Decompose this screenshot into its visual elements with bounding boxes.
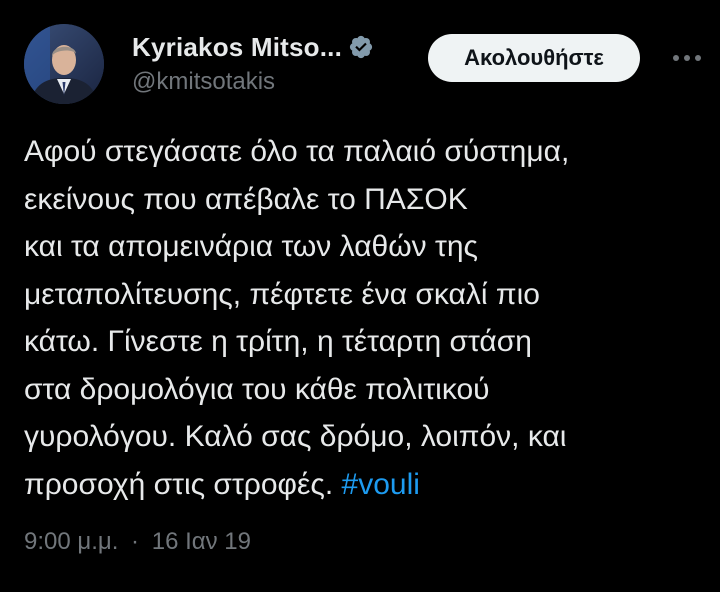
display-name[interactable]: Kyriakos Mitso... <box>132 32 342 63</box>
tweet-text-line: κάτω. Γίνεστε η τρίτη, η τέταρτη στάση <box>24 325 532 358</box>
tweet-text-line: Αφού στεγάσατε όλο τα παλαιό σύστημα, <box>24 135 570 168</box>
tweet-date[interactable]: 16 Ιαν 19 <box>152 528 251 555</box>
tweet-text-line: γυρολόγου. Καλό σας δρόμο, λοιπόν, και <box>24 420 567 453</box>
follow-button[interactable]: Ακολουθήστε <box>428 34 640 82</box>
tweet-time[interactable]: 9:00 μ.μ. <box>24 528 118 555</box>
more-horizontal-icon[interactable] <box>672 44 702 72</box>
meta-separator: · <box>131 528 140 555</box>
tweet-text: Αφού στεγάσατε όλο τα παλαιό σύστημα, εκ… <box>24 128 704 508</box>
tweet-text-last-line: προσοχή στις στροφές. #vouli <box>24 461 704 509</box>
tweet-text-line: μεταπολίτευσης, πέφτετε ένα σκαλί πιο <box>24 277 540 311</box>
hashtag-link[interactable]: #vouli <box>342 468 420 501</box>
avatar-photo <box>24 24 104 104</box>
avatar[interactable] <box>24 24 104 104</box>
tweet-text-line: και τα απομεινάρια των λαθών της <box>24 230 478 263</box>
author-handle[interactable]: @kmitsotakis <box>132 68 275 96</box>
timestamp-row[interactable]: 9:00 μ.μ. · 16 Ιαν 19 <box>24 528 251 556</box>
tweet-text-line: εκείνους που απέβαλε το ΠΑΣΟΚ <box>24 182 468 216</box>
author-name-row: Kyriakos Mitso... <box>132 30 374 64</box>
tweet: Kyriakos Mitso... @kmitsotakis Ακολουθήσ… <box>0 0 720 592</box>
tweet-text-segment: προσοχή στις στροφές. <box>24 467 342 501</box>
tweet-text-line: στα δρομολόγια του κάθε πολιτικού <box>24 372 490 406</box>
verified-badge-icon <box>348 34 374 60</box>
